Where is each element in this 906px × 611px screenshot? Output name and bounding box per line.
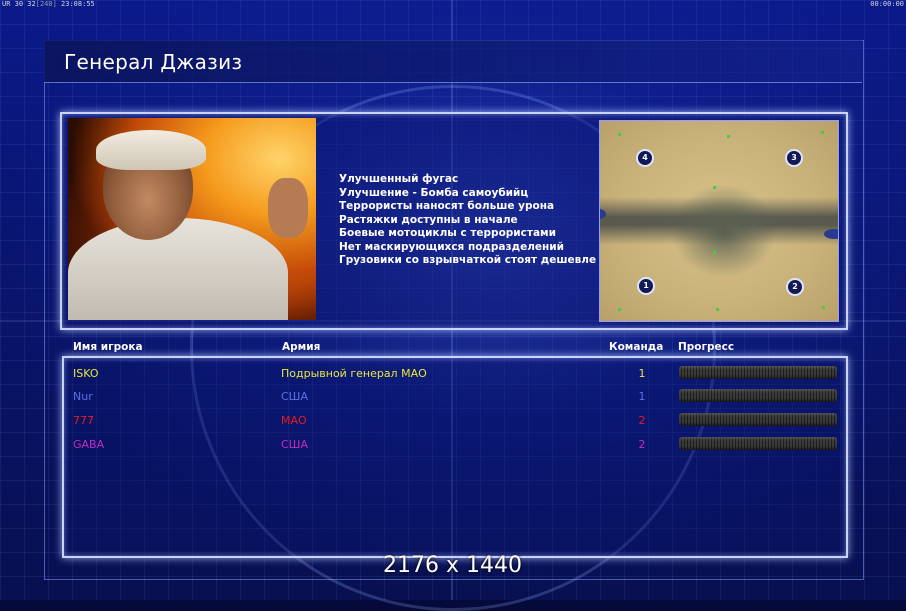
- progress-bar: [679, 389, 837, 402]
- map-marker: [822, 306, 825, 309]
- player-team: 1: [638, 390, 646, 403]
- player-team: 2: [638, 414, 646, 427]
- hud-timer: 00:00:00: [870, 0, 904, 8]
- progress-bar: [679, 413, 837, 426]
- player-army: МАО: [281, 414, 307, 427]
- player-name: Nur: [73, 390, 93, 403]
- spawn-marker: 1: [637, 277, 655, 295]
- map-water: [824, 229, 838, 239]
- map-marker: [821, 131, 824, 134]
- bonus-item: Боевые мотоциклы с террористами: [339, 227, 556, 239]
- player-row: GABA США 2: [62, 434, 844, 456]
- map-marker: [713, 251, 716, 254]
- hud-clock: 23:08:55: [61, 0, 95, 8]
- player-army: Подрывной генерал МАО: [281, 367, 427, 380]
- map-marker: [618, 133, 621, 136]
- portrait-body: [68, 218, 288, 320]
- minimap: 4 3 1 2: [599, 120, 839, 322]
- page-title: Генерал Джазиз: [64, 50, 243, 74]
- map-marker: [716, 308, 719, 311]
- spawn-marker: 3: [785, 149, 803, 167]
- player-row: ISKO Подрывной генерал МАО 1: [62, 363, 844, 385]
- general-portrait: [68, 118, 316, 320]
- map-marker: [727, 135, 730, 138]
- hud-bracket: [240]: [35, 0, 57, 8]
- spawn-marker: 4: [636, 149, 654, 167]
- bonus-item: Улучшенный фугас: [339, 173, 459, 185]
- map-marker: [618, 308, 621, 311]
- column-header-team: Команда: [609, 341, 664, 353]
- player-army: США: [281, 390, 308, 403]
- map-marker: [713, 186, 716, 189]
- player-row: 777 МАО 2: [62, 410, 844, 432]
- general-bonus-list: Улучшенный фугас Улучшение - Бомба самоу…: [339, 173, 597, 268]
- hud-bar: UR 30 32[240] 23:08:55 00:00:00: [0, 0, 906, 10]
- progress-bar: [679, 437, 837, 450]
- progress-bar: [679, 366, 837, 379]
- player-team: 2: [638, 438, 646, 451]
- bonus-item: Грузовики со взрывчаткой стоят дешевле: [339, 254, 597, 266]
- column-header-progress: Прогресс: [678, 341, 735, 353]
- bonus-item: Растяжки доступны в начале: [339, 213, 518, 226]
- player-name: GABA: [73, 438, 105, 451]
- bonus-item: Террористы наносят больше урона: [339, 200, 555, 212]
- player-name: 777: [73, 414, 94, 427]
- player-name: ISKO: [73, 367, 99, 380]
- column-header-name: Имя игрока: [73, 341, 143, 353]
- column-header-army: Армия: [282, 341, 321, 353]
- bonus-item: Нет маскирующихся подразделений: [339, 240, 564, 253]
- map-water: [600, 209, 606, 219]
- player-team: 1: [638, 367, 646, 380]
- hud-fps: UR 30: [2, 0, 24, 8]
- bonus-item: Улучшение - Бомба самоубийц: [339, 186, 529, 199]
- player-army: США: [281, 438, 308, 451]
- hud-left-readout: UR 30 32[240] 23:08:55: [2, 0, 95, 8]
- player-row: Nur США 1: [62, 386, 844, 408]
- hud-value: 32: [27, 0, 36, 8]
- resolution-overlay: 2176 x 1440: [383, 553, 522, 578]
- portrait-turban: [96, 130, 206, 170]
- spawn-marker: 2: [786, 278, 804, 296]
- portrait-hand: [268, 178, 308, 238]
